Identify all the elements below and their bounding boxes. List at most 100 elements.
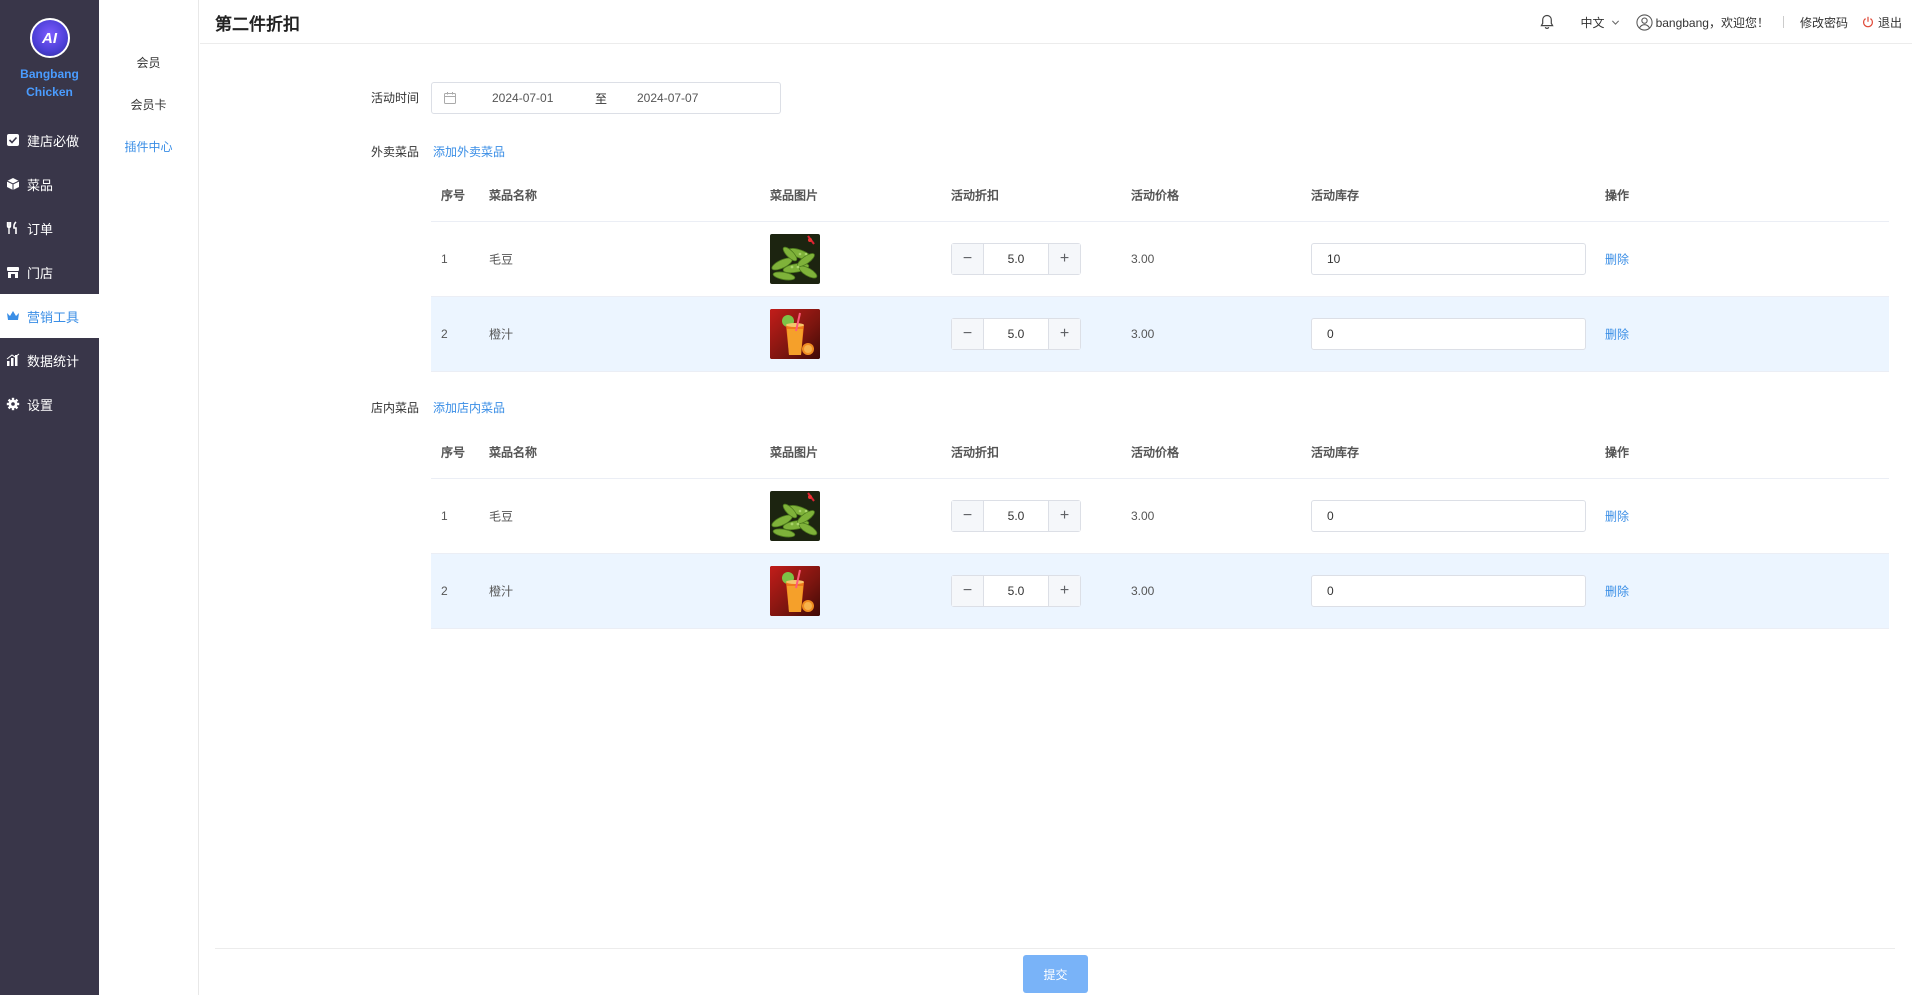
- add-takeout-dish-link[interactable]: 添加外卖菜品: [433, 143, 505, 160]
- column-header-price: 活动价格: [1131, 188, 1180, 202]
- column-header-stock: 活动库存: [1311, 445, 1360, 459]
- sidebar-item-label: 门店: [27, 265, 54, 281]
- discount-value[interactable]: 5.0: [984, 244, 1048, 274]
- discount-stepper[interactable]: −5.0 +: [951, 243, 1081, 275]
- dish-image: [770, 491, 820, 541]
- chevron-down-icon: [1611, 18, 1620, 27]
- column-header-idx: 序号: [441, 445, 466, 459]
- delete-button[interactable]: 删除: [1605, 251, 1629, 268]
- delete-button[interactable]: 删除: [1605, 326, 1629, 343]
- discount-value[interactable]: 5.0: [984, 576, 1048, 606]
- sidebar-item-label: 营销工具: [27, 309, 80, 325]
- column-header-discount: 活动折扣: [951, 188, 1000, 202]
- discount-stepper[interactable]: −5.0 +: [951, 575, 1081, 607]
- subnav-item-member-card[interactable]: 会员卡: [99, 92, 198, 134]
- brand-logo[interactable]: AI Bangbang Chicken: [0, 0, 99, 118]
- column-header-op: 操作: [1605, 188, 1630, 202]
- dish-name: 毛豆: [489, 509, 514, 524]
- page-title: 第二件折扣: [215, 15, 300, 34]
- header-actions: 中文 bangbang，欢迎您！ 修改密码 退出: [1523, 0, 1902, 44]
- row-index: 1: [441, 509, 448, 523]
- stock-input[interactable]: 0: [1311, 575, 1586, 607]
- takeout-dish-table: 序号 菜品名称 菜品图片 活动折扣 活动价格 活动库存 操作 1 毛豆 −5.0 +3.00 10 删除…: [431, 168, 1889, 372]
- activity-price: 3.00: [1131, 584, 1155, 598]
- sidebar-item-label: 设置: [27, 397, 54, 413]
- language-select[interactable]: 中文: [1581, 14, 1620, 31]
- dish-name: 橙汁: [489, 584, 514, 599]
- dish-image: [770, 234, 820, 284]
- column-header-op: 操作: [1605, 445, 1630, 459]
- column-header-name: 菜品名称: [489, 188, 538, 202]
- discount-stepper[interactable]: −5.0 +: [951, 318, 1081, 350]
- sidebar-item-label: 数据统计: [27, 353, 80, 369]
- dish-image: [770, 566, 820, 616]
- sidebar-item-data-statistics[interactable]: 数据统计: [0, 338, 99, 382]
- date-range-picker[interactable]: 2024-07-01 至 2024-07-07: [431, 82, 781, 114]
- discount-value[interactable]: 5.0: [984, 501, 1048, 531]
- subnav-item-plugin-center[interactable]: 插件中心: [99, 134, 198, 176]
- top-header: 第二件折扣 中文 bangbang，欢迎您！ 修改密码 退出: [200, 0, 1912, 44]
- discount-value[interactable]: 5.0: [984, 319, 1048, 349]
- increment-button[interactable]: +: [1048, 576, 1080, 606]
- column-header-discount: 活动折扣: [951, 445, 1000, 459]
- logout-label: 退出: [1877, 15, 1902, 30]
- row-index: 1: [441, 252, 448, 266]
- column-header-price: 活动价格: [1131, 445, 1180, 459]
- table-row: 2 橙汁 −5.0 +3.00 0 删除: [431, 554, 1889, 629]
- subnav-item-member[interactable]: 会员: [99, 50, 198, 92]
- table-row: 1 毛豆 −5.0 +3.00 0 删除: [431, 479, 1889, 554]
- gear-icon: [6, 397, 20, 411]
- stock-input[interactable]: 0: [1311, 500, 1586, 532]
- decrement-button[interactable]: −: [952, 319, 984, 349]
- main-sidebar: AI Bangbang Chicken 建店必做菜品订单门店营销工具数据统计设置: [0, 0, 99, 995]
- row-index: 2: [441, 327, 448, 341]
- delete-button[interactable]: 删除: [1605, 583, 1629, 600]
- date-range-separator: 至: [595, 92, 608, 106]
- brand-name: Bangbang Chicken: [20, 67, 79, 99]
- decrement-button[interactable]: −: [952, 576, 984, 606]
- footer-divider: [215, 948, 1895, 949]
- date-end-input[interactable]: 2024-07-07: [637, 91, 698, 105]
- add-dinein-dish-link[interactable]: 添加店内菜品: [433, 399, 505, 416]
- increment-button[interactable]: +: [1048, 244, 1080, 274]
- logout-button[interactable]: 退出: [1862, 14, 1902, 31]
- change-password-link[interactable]: 修改密码: [1800, 14, 1848, 31]
- dish-name: 毛豆: [489, 252, 514, 267]
- delete-button[interactable]: 删除: [1605, 508, 1629, 525]
- date-start-input[interactable]: 2024-07-01: [492, 91, 553, 105]
- discount-stepper[interactable]: −5.0 +: [951, 500, 1081, 532]
- sidebar-item-settings[interactable]: 设置: [0, 382, 99, 426]
- sidebar-item-marketing-tools[interactable]: 营销工具: [0, 294, 99, 338]
- stock-input[interactable]: 10: [1311, 243, 1586, 275]
- dish-name: 橙汁: [489, 327, 514, 342]
- sidebar-item-store[interactable]: 门店: [0, 250, 99, 294]
- increment-button[interactable]: +: [1048, 501, 1080, 531]
- submit-button[interactable]: 提交: [1023, 955, 1088, 993]
- power-icon: [1862, 16, 1874, 28]
- decrement-button[interactable]: −: [952, 244, 984, 274]
- sidebar-item-label: 订单: [27, 221, 54, 237]
- fork-knife-icon: [6, 221, 20, 235]
- activity-price: 3.00: [1131, 509, 1155, 523]
- increment-button[interactable]: +: [1048, 319, 1080, 349]
- column-header-name: 菜品名称: [489, 445, 538, 459]
- sidebar-item-dishes[interactable]: 菜品: [0, 162, 99, 206]
- sub-sidebar: 会员 会员卡 插件中心: [99, 0, 199, 995]
- notification-bell-icon[interactable]: [1539, 14, 1555, 30]
- column-header-img: 菜品图片: [770, 445, 819, 459]
- stock-input[interactable]: 0: [1311, 318, 1586, 350]
- column-header-img: 菜品图片: [770, 188, 819, 202]
- decrement-button[interactable]: −: [952, 501, 984, 531]
- checklist-icon: [6, 133, 20, 147]
- dinein-dishes-label: 店内菜品: [371, 401, 420, 415]
- activity-price: 3.00: [1131, 327, 1155, 341]
- user-greeting[interactable]: bangbang，欢迎您！: [1635, 13, 1769, 31]
- crown-icon: [6, 309, 20, 323]
- sidebar-nav: 建店必做菜品订单门店营销工具数据统计设置: [0, 118, 99, 426]
- sidebar-item-orders[interactable]: 订单: [0, 206, 99, 250]
- calendar-icon: [444, 92, 456, 104]
- sidebar-item-build-store-essentials[interactable]: 建店必做: [0, 118, 99, 162]
- table-row: 1 毛豆 −5.0 +3.00 10 删除: [431, 222, 1889, 297]
- box-icon: [6, 177, 20, 191]
- sidebar-item-label: 菜品: [27, 177, 54, 193]
